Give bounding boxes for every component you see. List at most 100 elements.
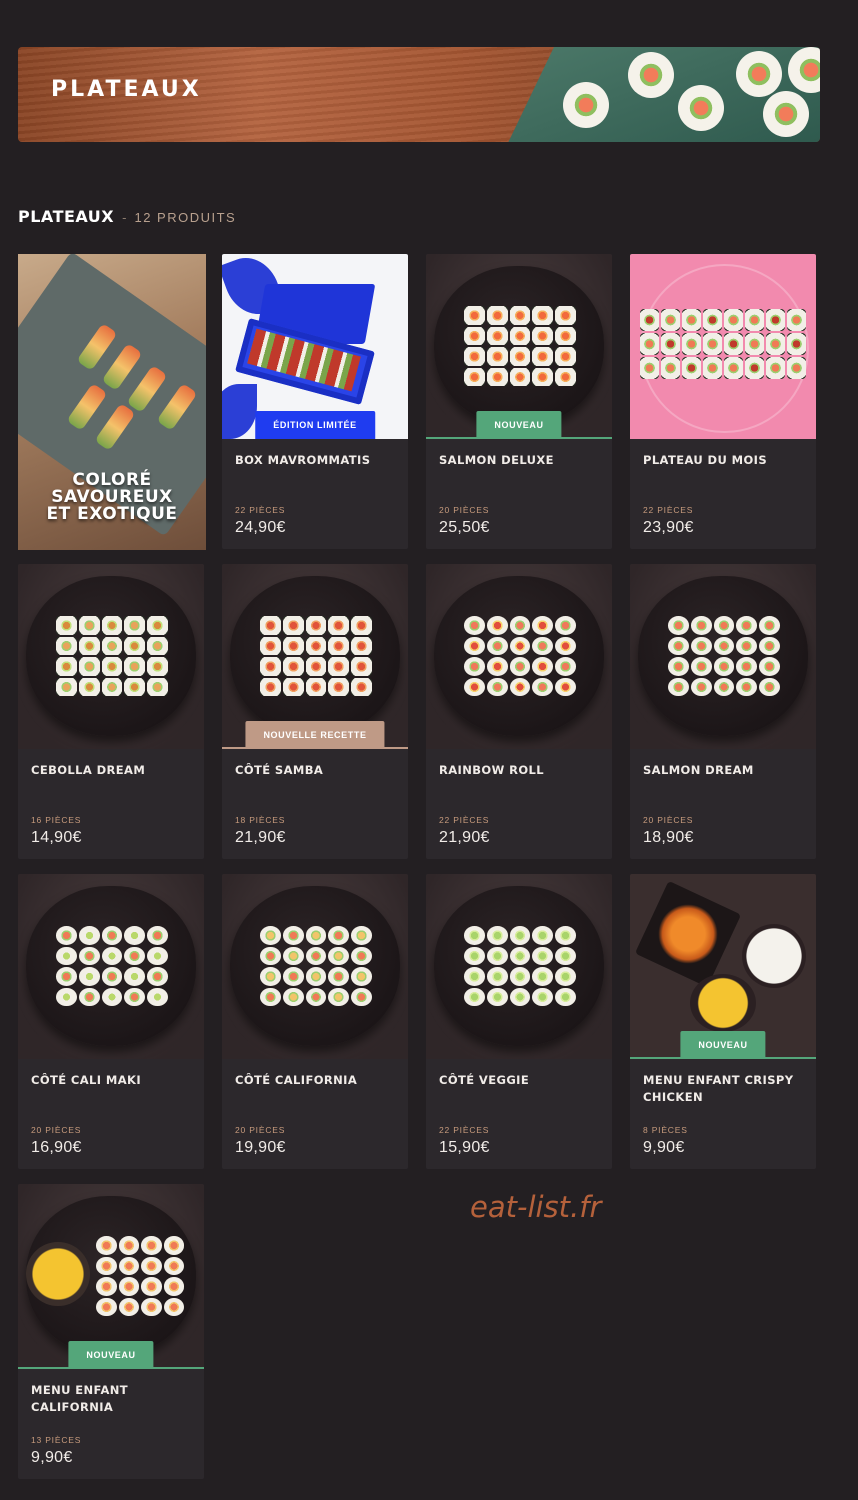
sushi-roll — [486, 326, 508, 345]
sushi-roll — [759, 636, 780, 655]
sushi-roll — [147, 677, 168, 696]
product-pieces: 20 PIÈCES — [31, 1125, 82, 1135]
sushi-roll — [282, 926, 304, 945]
product-image — [630, 564, 816, 749]
product-pieces: 20 PIÈCES — [235, 1125, 286, 1135]
product-image — [426, 564, 612, 749]
sushi-roll — [96, 1297, 117, 1316]
sushi-roll — [118, 1277, 139, 1296]
product-card[interactable]: NOUVELLE RECETTE CÔTÉ SAMBA 18 PIÈCES 21,90… — [222, 564, 408, 859]
sushi-roll — [78, 946, 100, 965]
product-badge: ÉDITION LIMITÉE — [255, 411, 375, 439]
sushi-roll — [555, 677, 576, 696]
sushi-roll — [141, 1297, 162, 1316]
rice-bowl — [742, 924, 806, 988]
sushi-roll — [305, 677, 327, 696]
sushi-roll — [555, 367, 576, 386]
product-card[interactable]: CÔTÉ CALIFORNIA 20 PIÈCES 19,90€ — [222, 874, 408, 1169]
sushi-roll — [305, 616, 327, 635]
sushi-roll — [464, 987, 485, 1006]
sushi-roll — [532, 616, 554, 635]
sushi-roll — [56, 636, 77, 655]
product-price: 21,90€ — [439, 829, 490, 846]
sushi-roll — [351, 677, 372, 696]
product-image — [18, 874, 204, 1059]
product-card[interactable]: PLATEAU DU MOIS 22 PIÈCES 23,90€ — [630, 254, 816, 549]
sushi-roll — [141, 1277, 162, 1296]
sushi-rolls — [56, 926, 168, 1006]
product-image — [222, 874, 408, 1059]
sushi-roll — [305, 987, 327, 1006]
product-name: MENU ENFANT CALIFORNIA — [31, 1383, 129, 1414]
sushi-roll — [690, 657, 712, 676]
product-card[interactable]: CÔTÉ CALI MAKI 20 PIÈCES 16,90€ — [18, 874, 204, 1169]
banner-roll — [628, 52, 674, 98]
promo-tile[interactable]: COLORÉ SAVOUREUX ET EXOTIQUE — [18, 254, 206, 550]
promo-line: ET EXOTIQUE — [46, 504, 178, 524]
sushi-roll — [260, 677, 281, 696]
sushi-roll — [56, 616, 77, 635]
sushi-roll — [745, 309, 764, 331]
sushi-roll — [78, 967, 100, 986]
sushi-roll — [464, 636, 485, 655]
banner-roll — [736, 51, 782, 97]
product-price: 19,90€ — [235, 1139, 286, 1156]
sushi-roll — [555, 926, 576, 945]
sushi-roll — [724, 357, 743, 379]
sushi-roll — [661, 309, 680, 331]
product-badge: NOUVEAU — [68, 1341, 154, 1369]
sushi-roll — [486, 636, 508, 655]
product-pieces: 22 PIÈCES — [439, 815, 490, 825]
sushi-roll — [101, 677, 123, 696]
badge-underline — [222, 747, 408, 749]
sushi-roll — [101, 636, 123, 655]
sushi-roll — [163, 1277, 184, 1296]
product-card[interactable]: CÔTÉ VEGGIE 22 PIÈCES 15,90€ — [426, 874, 612, 1169]
sushi-roll — [328, 987, 350, 1006]
sushi-roll — [147, 616, 168, 635]
sushi-roll — [78, 636, 100, 655]
sushi-roll — [163, 1236, 184, 1255]
product-card[interactable]: NOUVEAU MENU ENFANT CRISPY CHICKEN 8 PIÈCE… — [630, 874, 816, 1169]
sushi-roll — [147, 926, 168, 945]
sushi-roll — [464, 616, 485, 635]
sushi-roll — [509, 306, 531, 325]
sushi-roll — [532, 326, 554, 345]
sushi-roll — [736, 657, 758, 676]
sushi-roll — [124, 946, 146, 965]
sushi-roll — [555, 326, 576, 345]
sushi-roll — [118, 1256, 139, 1275]
badge-underline — [426, 437, 612, 439]
sushi-rolls — [260, 926, 372, 1006]
sushi-roll — [486, 306, 508, 325]
sushi-roll — [486, 657, 508, 676]
product-card[interactable]: ÉDITION LIMITÉE BOX MAVROMMATIS 22 PIÈCES 2… — [222, 254, 408, 549]
product-pieces: 20 PIÈCES — [439, 505, 490, 515]
sushi-rolls — [464, 306, 576, 386]
sushi-roll — [282, 967, 304, 986]
sushi-roll — [147, 946, 168, 965]
sushi-tray — [640, 309, 806, 379]
watermark: eat-list.fr — [470, 1190, 602, 1224]
sushi-roll — [56, 677, 77, 696]
product-card[interactable]: NOUVEAU MENU ENFANT CALIFORNIA 13 PIÈCES 9,… — [18, 1184, 204, 1479]
sushi-roll — [464, 326, 485, 345]
product-name: CÔTÉ VEGGIE — [439, 1073, 530, 1087]
sushi-roll — [532, 677, 554, 696]
sushi-roll — [532, 306, 554, 325]
sushi-roll — [351, 636, 372, 655]
sushi-roll — [147, 636, 168, 655]
sushi-roll — [124, 967, 146, 986]
sushi-roll — [555, 946, 576, 965]
sushi-roll — [745, 357, 764, 379]
sushi-roll — [101, 926, 123, 945]
sushi-roll — [486, 967, 508, 986]
product-card[interactable]: RAINBOW ROLL 22 PIÈCES 21,90€ — [426, 564, 612, 859]
sushi-roll — [690, 677, 712, 696]
sushi-roll — [282, 616, 304, 635]
product-card[interactable]: SALMON DREAM 20 PIÈCES 18,90€ — [630, 564, 816, 859]
product-card[interactable]: CEBOLLA DREAM 16 PIÈCES 14,90€ — [18, 564, 204, 859]
banner-roll — [678, 85, 724, 131]
sushi-roll — [351, 657, 372, 676]
product-card[interactable]: NOUVEAU SALMON DELUXE 20 PIÈCES 25,50€ — [426, 254, 612, 549]
